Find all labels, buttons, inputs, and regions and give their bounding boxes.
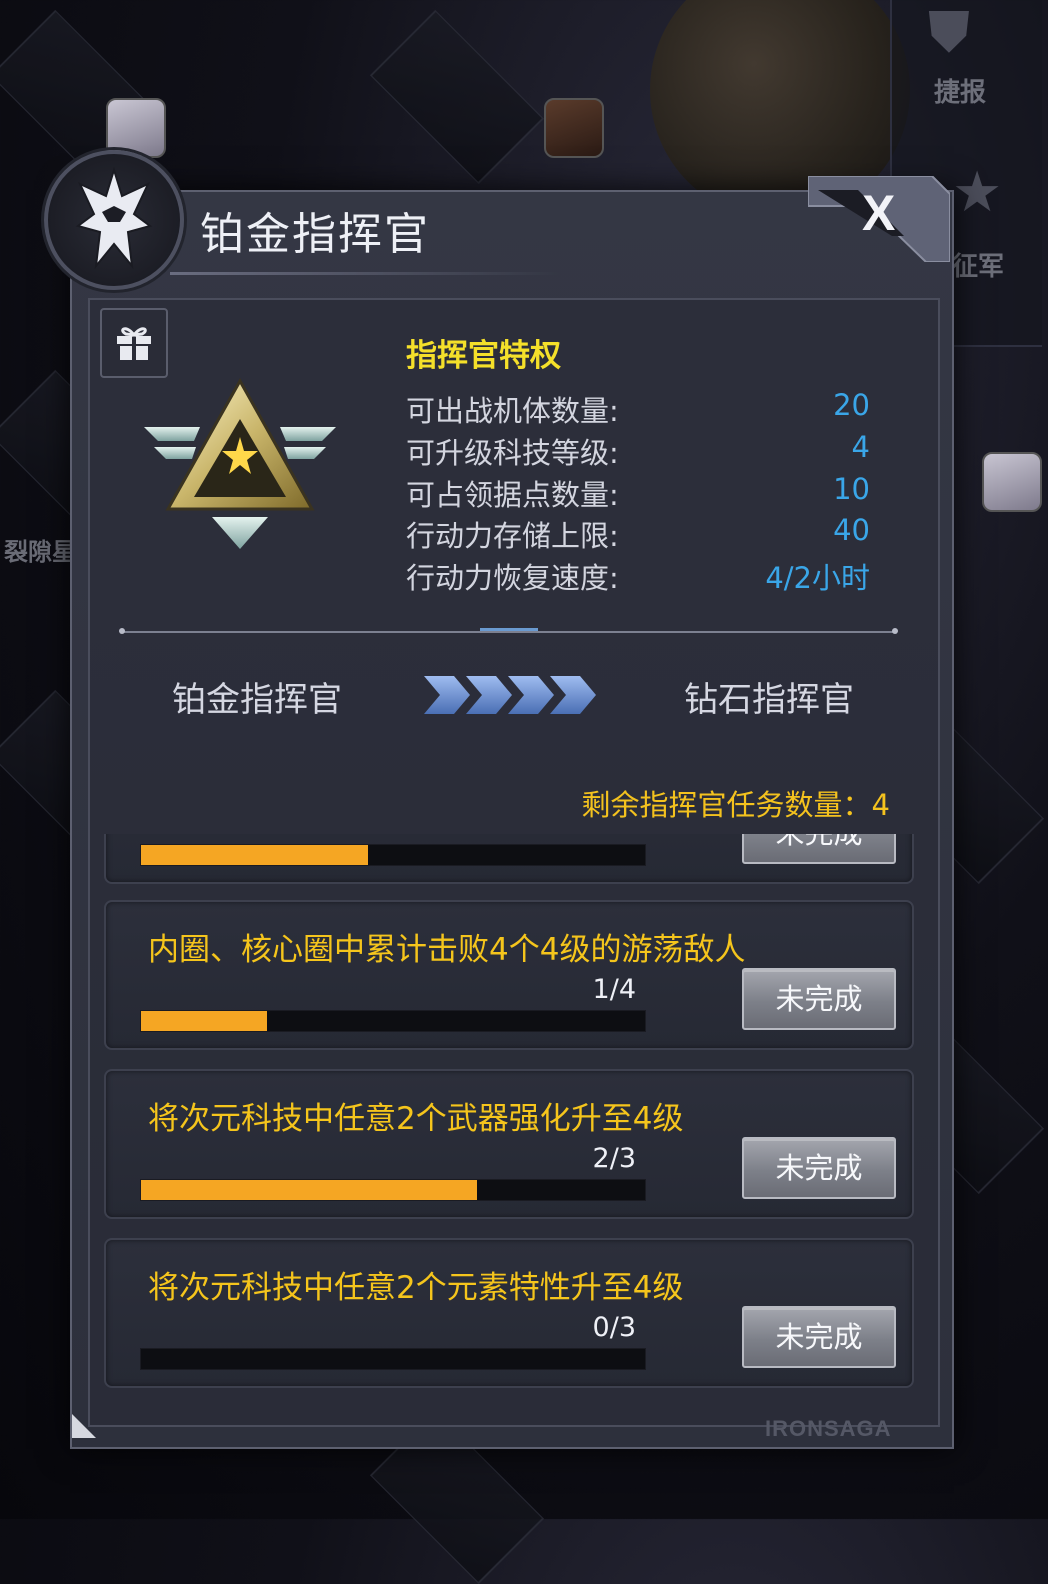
- task-progress-fill: [141, 1180, 478, 1200]
- privilege-label: 可占领据点数量:: [406, 478, 619, 512]
- divider-dot: [892, 628, 898, 634]
- side-label-report[interactable]: 捷报: [934, 72, 986, 109]
- dialog-title: 铂金指挥官: [200, 209, 430, 260]
- privilege-value: 4: [851, 430, 870, 464]
- title-underline: [170, 272, 560, 275]
- close-icon[interactable]: X: [862, 184, 895, 242]
- task-status-button[interactable]: 未完成: [742, 1306, 896, 1368]
- gift-icon: [117, 327, 151, 360]
- rank-arrow-icon: [424, 676, 596, 714]
- privilege-row: 行动力恢复速度: 4/2小时: [406, 555, 870, 595]
- privileges-title: 指挥官特权: [406, 338, 561, 374]
- privilege-row: 行动力存储上限: 40: [406, 513, 870, 553]
- current-rank: 铂金指挥官: [172, 680, 342, 720]
- avatar[interactable]: [544, 98, 604, 158]
- remaining-tasks-count: 剩余指挥官任务数量：4: [581, 788, 890, 822]
- star-wing-icon: ★: [952, 160, 1003, 225]
- task-description: 将次元科技中任意2个武器强化升至4级: [148, 1101, 684, 1137]
- privilege-row: 可出战机体数量: 20: [406, 388, 870, 428]
- background-tile: [369, 9, 545, 185]
- privilege-value: 4/2小时: [765, 561, 870, 595]
- task-progress-bar: [140, 1179, 646, 1201]
- avatar[interactable]: [982, 452, 1042, 512]
- wing-emblem-icon: ⛊: [928, 0, 970, 65]
- gift-button[interactable]: [100, 308, 168, 378]
- privilege-value: 20: [833, 388, 870, 422]
- divider-dot: [119, 628, 125, 634]
- privilege-label: 可出战机体数量:: [406, 394, 619, 428]
- next-rank: 钻石指挥官: [684, 680, 854, 720]
- task-progress-bar: [140, 1010, 646, 1032]
- privilege-value: 40: [833, 513, 870, 547]
- game-watermark: IRONSAGA: [765, 1416, 892, 1441]
- privilege-label: 可升级科技等级:: [406, 436, 619, 470]
- task-progress-text: 1/4: [592, 974, 636, 1005]
- corner-mark: [72, 1414, 96, 1438]
- task-progress-text: 2/3: [592, 1143, 636, 1174]
- task-progress-bar: [140, 1348, 646, 1370]
- privilege-row: 可占领据点数量: 10: [406, 472, 870, 512]
- task-list[interactable]: 未完成 内圈、核心圈中累计击败4个4级的游荡敌人 1/4 未完成 将次元科技中任…: [104, 834, 914, 1394]
- map-label: 裂隙星: [4, 538, 76, 566]
- task-card: 将次元科技中任意2个元素特性升至4级 0/3 未完成: [104, 1238, 914, 1388]
- task-status-button[interactable]: 未完成: [742, 834, 896, 864]
- section-divider: [122, 631, 896, 633]
- task-status-button[interactable]: 未完成: [742, 968, 896, 1030]
- privilege-row: 可升级科技等级: 4: [406, 430, 870, 470]
- privilege-label: 行动力恢复速度:: [406, 561, 619, 595]
- avatar[interactable]: [106, 98, 166, 158]
- task-progress-fill: [141, 845, 368, 865]
- divider-accent: [480, 628, 538, 631]
- task-progress-fill: [141, 1011, 267, 1031]
- task-description: 内圈、核心圈中累计击败4个4级的游荡敌人: [148, 932, 746, 968]
- privilege-value: 10: [833, 472, 870, 506]
- commander-emblem-icon: [44, 150, 184, 290]
- side-label-recruit[interactable]: 征军: [952, 246, 1004, 283]
- task-card: 内圈、核心圈中累计击败4个4级的游荡敌人 1/4 未完成: [104, 900, 914, 1050]
- task-card: 将次元科技中任意2个武器强化升至4级 2/3 未完成: [104, 1069, 914, 1219]
- task-card: 未完成: [104, 834, 914, 884]
- task-progress-bar: [140, 844, 646, 866]
- task-status-button[interactable]: 未完成: [742, 1137, 896, 1199]
- task-description: 将次元科技中任意2个元素特性升至4级: [148, 1270, 684, 1306]
- rank-badge-icon: [144, 377, 336, 549]
- privilege-label: 行动力存储上限:: [406, 519, 619, 553]
- task-progress-text: 0/3: [592, 1312, 636, 1343]
